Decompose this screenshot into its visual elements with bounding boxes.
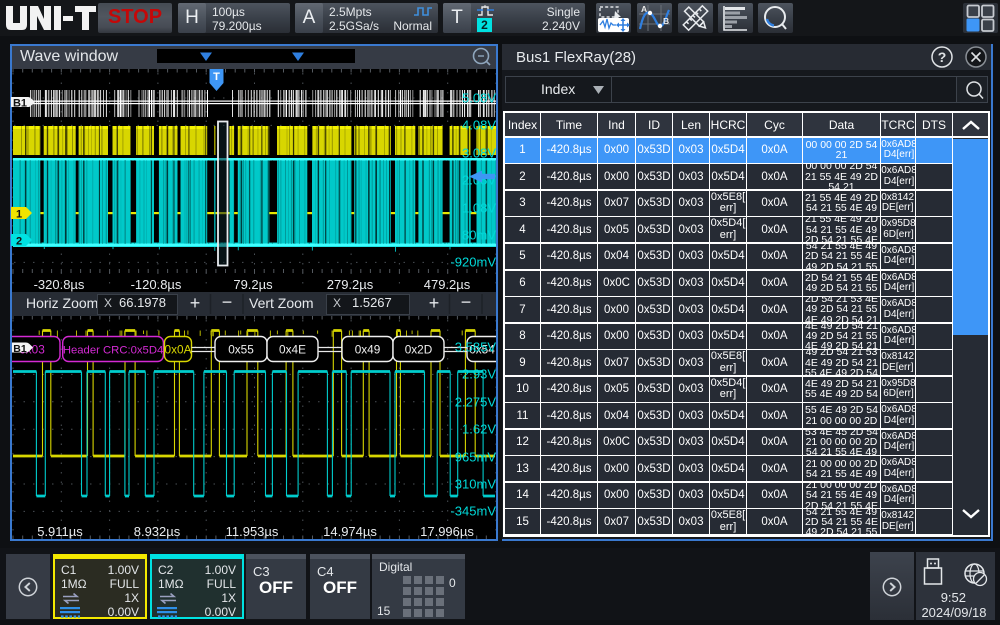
- svg-text:B1: B1: [13, 98, 27, 110]
- svg-text:0x55: 0x55: [228, 343, 254, 357]
- svg-text:?: ?: [938, 49, 947, 65]
- svg-text:A: A: [641, 4, 647, 14]
- svg-text:T: T: [213, 71, 220, 83]
- svg-text:B1: B1: [13, 343, 27, 355]
- svg-text:1: 1: [16, 209, 22, 221]
- svg-text:0x0A: 0x0A: [165, 343, 192, 357]
- svg-text:0x4E: 0x4E: [279, 343, 306, 357]
- svg-text:2: 2: [16, 236, 22, 248]
- svg-text:0x2D: 0x2D: [405, 343, 433, 357]
- svg-text:Header CRC:0x5D4: Header CRC:0x5D4: [63, 345, 163, 357]
- svg-text:B: B: [663, 16, 669, 26]
- svg-text:0x49: 0x49: [355, 343, 381, 357]
